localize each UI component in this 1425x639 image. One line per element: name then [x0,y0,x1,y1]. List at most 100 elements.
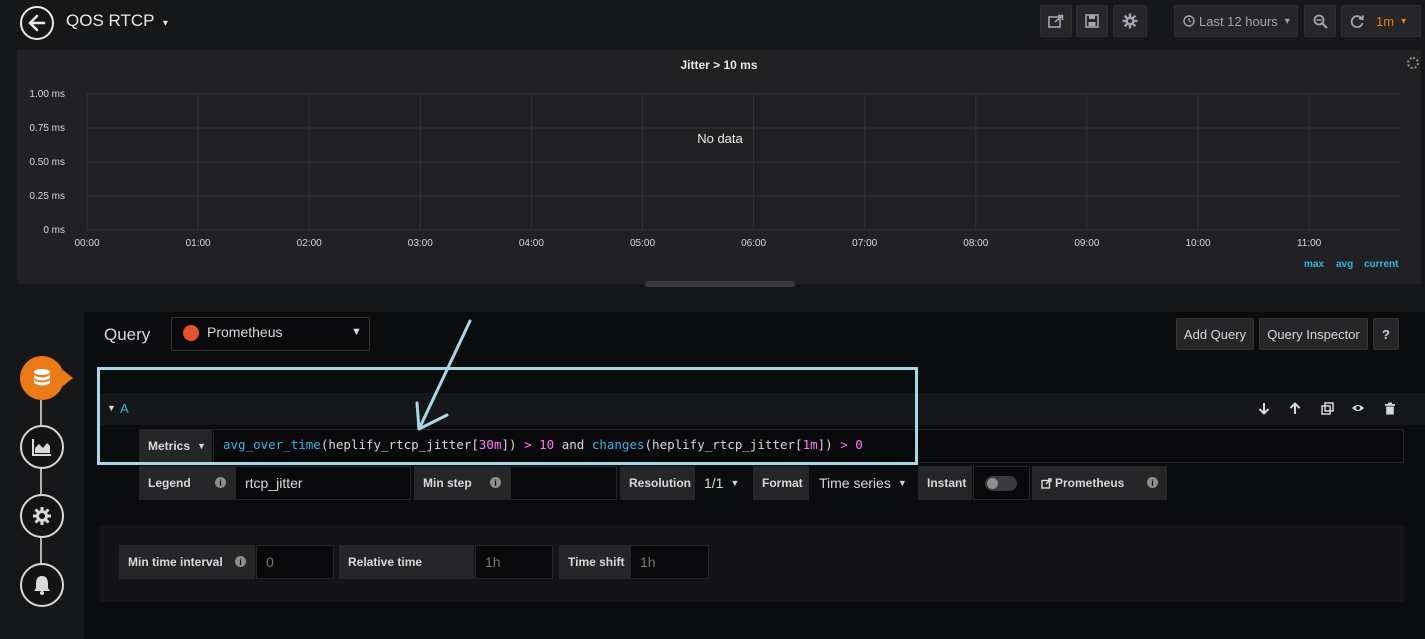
external-link-icon [1041,477,1052,489]
time-shift-label: Time shift [559,545,630,579]
time-shift-input[interactable] [630,545,709,579]
duplicate-icon[interactable] [1319,400,1335,416]
prometheus-link-text: Prometheus [1055,476,1125,490]
caret-down-icon: ▼ [897,478,907,488]
legend-avg[interactable]: avg [1336,259,1353,270]
x-tick-label: 10:00 [1185,238,1210,249]
clock-icon [1183,15,1195,27]
info-icon[interactable]: i [1147,477,1158,488]
help-button[interactable]: ? [1373,318,1399,350]
caret-down-icon: ▾ [1284,15,1290,27]
legend-current[interactable]: current [1364,259,1398,270]
refresh-icon [1350,15,1364,28]
settings-button[interactable] [1113,5,1147,37]
rail-alert-tab[interactable] [20,563,64,607]
relative-time-input[interactable] [475,545,553,579]
y-tick-label: 0 ms [43,225,65,236]
x-tick-label: 09:00 [1074,238,1099,249]
prometheus-link[interactable]: Prometheus i [1032,466,1167,500]
min-step-label: Min step i [414,466,510,500]
annotation-highlight-box [97,367,918,465]
arrow-left-icon [28,14,46,32]
no-data-message: No data [697,131,743,146]
x-tick-label: 11:00 [1297,238,1322,249]
bell-icon [34,576,50,595]
annotation-arrow-icon [415,319,472,431]
resolution-value: 1/1 [704,475,724,491]
legend-max[interactable]: max [1304,259,1324,270]
legend-label: Legend i [139,466,235,500]
toggle-knob [987,477,998,489]
x-tick-label: 08:00 [963,238,988,249]
chart-plot: 1.00 ms 0.75 ms 0.50 ms 0.25 ms 0 ms 00:00 01:… [29,89,1401,249]
y-tick-label: 0.25 ms [29,191,65,202]
x-tick-label: 07:00 [852,238,877,249]
time-range-label: Last 12 hours [1199,13,1278,29]
database-icon [34,369,50,386]
legend-format-input[interactable]: rtcp_jitter [235,466,411,500]
x-tick-label: 02:00 [297,238,322,249]
time-range-picker[interactable]: Last 12 hours ▾ [1174,5,1298,37]
info-icon[interactable]: i [215,477,226,488]
caret-down-icon: ▼ [351,326,362,338]
eye-icon[interactable] [1350,400,1366,416]
y-tick-label: 1.00 ms [29,89,65,100]
format-select[interactable]: Time series ▼ [810,466,917,500]
refresh-interval-label: 1m [1376,13,1395,29]
share-icon [1048,14,1064,28]
info-icon[interactable]: i [235,556,246,567]
relative-time-label: Relative time [339,545,474,579]
resolution-select[interactable]: 1/1 ▼ [695,466,752,500]
graph-panel: Jitter > 10 ms 1.00 ms 0.75 ms 0.50 ms 0.25… [17,50,1421,287]
save-button[interactable] [1076,5,1108,37]
share-button[interactable] [1040,5,1072,37]
active-tab-pointer [63,370,73,386]
trash-icon[interactable] [1382,400,1398,416]
panel-resize-handle[interactable] [645,281,795,287]
min-step-input[interactable] [510,466,617,500]
zoom-out-button[interactable] [1304,5,1336,37]
instant-label: Instant [918,466,972,500]
instant-toggle-container [973,466,1030,500]
rail-queries-tab[interactable] [20,356,64,400]
format-label: Format [753,466,809,500]
dashboard-title-text: QOS RTCP [66,11,155,30]
back-button[interactable] [20,6,54,40]
add-query-button[interactable]: Add Query [1176,318,1254,350]
y-tick-label: 0.50 ms [29,157,65,168]
min-time-interval-label: Min time interval i [119,545,255,579]
rail-general-tab[interactable] [20,494,64,538]
query-label: Query [104,325,151,344]
refresh-picker[interactable]: 1m ▾ [1341,5,1421,37]
move-up-icon[interactable] [1287,400,1303,416]
datasource-name: Prometheus [207,324,283,340]
save-icon [1085,14,1099,28]
prometheus-logo-icon [183,325,199,341]
format-value: Time series [819,475,891,491]
caret-down-icon: ▼ [730,478,740,488]
caret-down-icon: ▾ [162,18,168,29]
resolution-label: Resolution [620,466,695,500]
rail-visualization-tab[interactable] [20,425,64,469]
dashboard-title[interactable]: QOS RTCP ▾ [66,11,168,31]
info-icon[interactable]: i [490,477,501,488]
x-tick-label: 06:00 [741,238,766,249]
settings-tools-icon [33,507,51,525]
x-tick-label: 04:00 [519,238,544,249]
x-tick-label: 05:00 [630,238,655,249]
query-inspector-button[interactable]: Query Inspector [1259,318,1368,350]
x-tick-label: 00:00 [74,238,99,249]
min-time-interval-input[interactable] [256,545,334,579]
move-down-icon[interactable] [1256,400,1272,416]
x-tick-label: 01:00 [186,238,211,249]
legend-label-text: Legend [148,476,191,490]
zoom-out-icon [1313,14,1328,29]
y-tick-label: 0.75 ms [29,123,65,134]
gear-icon [1122,13,1138,29]
area-chart-icon [32,439,51,456]
x-tick-label: 03:00 [408,238,433,249]
caret-down-icon: ▾ [1401,15,1407,27]
instant-toggle[interactable] [985,475,1017,491]
min-time-interval-label-text: Min time interval [128,555,223,569]
min-step-label-text: Min step [423,476,472,490]
